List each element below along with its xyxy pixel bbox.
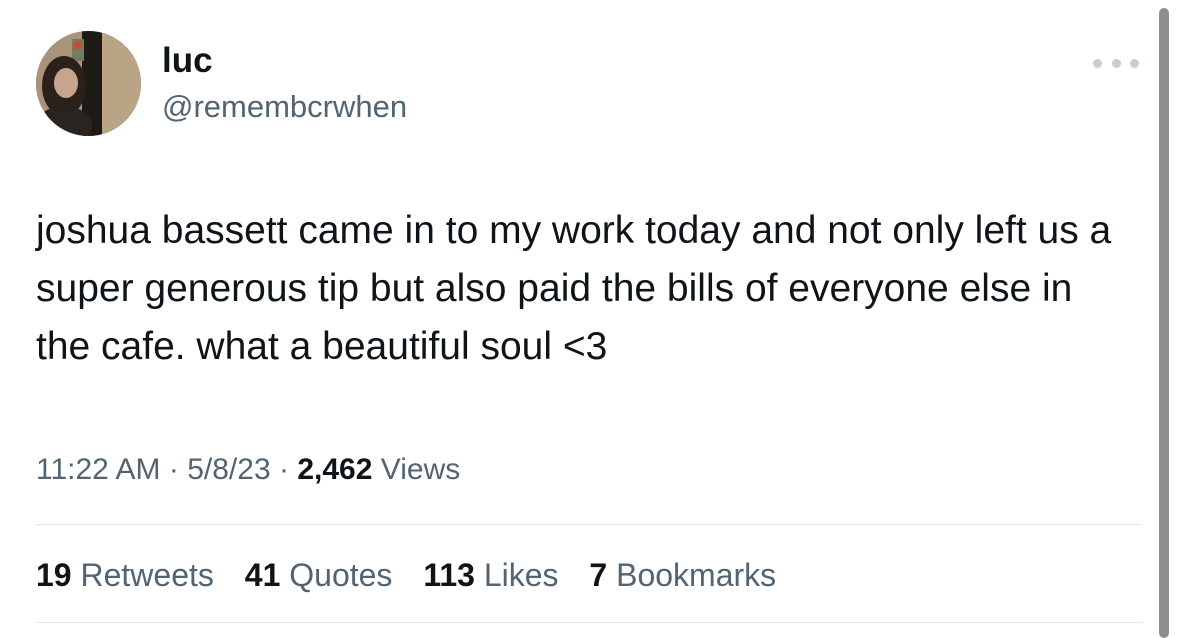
quotes-label: Quotes xyxy=(289,557,393,593)
retweets-stat[interactable]: 19 Retweets xyxy=(36,557,214,593)
more-dot xyxy=(1093,58,1102,68)
retweets-count: 19 xyxy=(36,557,72,593)
views-count: 2,462 xyxy=(297,453,373,486)
avatar[interactable] xyxy=(36,31,141,136)
more-dot xyxy=(1111,58,1121,68)
display-name[interactable]: luc xyxy=(162,40,213,82)
tweet-metadata: 11:22 AM · 5/8/23 · 2,462 Views xyxy=(36,450,460,490)
retweets-label: Retweets xyxy=(80,557,214,593)
likes-count: 113 xyxy=(423,557,475,593)
user-handle[interactable]: @remembcrwhen xyxy=(162,87,407,127)
avatar-photo xyxy=(36,31,141,136)
separator-dot: · xyxy=(168,453,179,486)
tweet-detail: luc @remembcrwhen joshua bassett came in… xyxy=(0,0,1178,638)
tweet-text: joshua bassett came in to my work today … xyxy=(36,209,1112,368)
bookmarks-count: 7 xyxy=(589,557,608,593)
likes-stat[interactable]: 113 Likes xyxy=(423,557,558,593)
tweet-date[interactable]: 5/8/23 xyxy=(187,453,270,486)
views-label: Views xyxy=(380,453,461,486)
bookmarks-label: Bookmarks xyxy=(616,557,777,593)
divider xyxy=(36,524,1142,525)
scrollbar[interactable] xyxy=(1159,8,1169,638)
separator-dot: · xyxy=(278,453,289,486)
more-dot xyxy=(1130,58,1139,68)
tweet-time[interactable]: 11:22 AM xyxy=(36,453,161,486)
more-options-icon[interactable] xyxy=(1093,56,1139,70)
quotes-count: 41 xyxy=(244,557,281,593)
likes-label: Likes xyxy=(483,557,559,593)
engagement-stats: 19 Retweets 41 Quotes 113 Likes 7 Bookma… xyxy=(36,554,798,596)
divider xyxy=(36,622,1142,623)
quotes-stat[interactable]: 41 Quotes xyxy=(245,557,393,593)
bookmarks-stat[interactable]: 7 Bookmarks xyxy=(589,557,776,593)
